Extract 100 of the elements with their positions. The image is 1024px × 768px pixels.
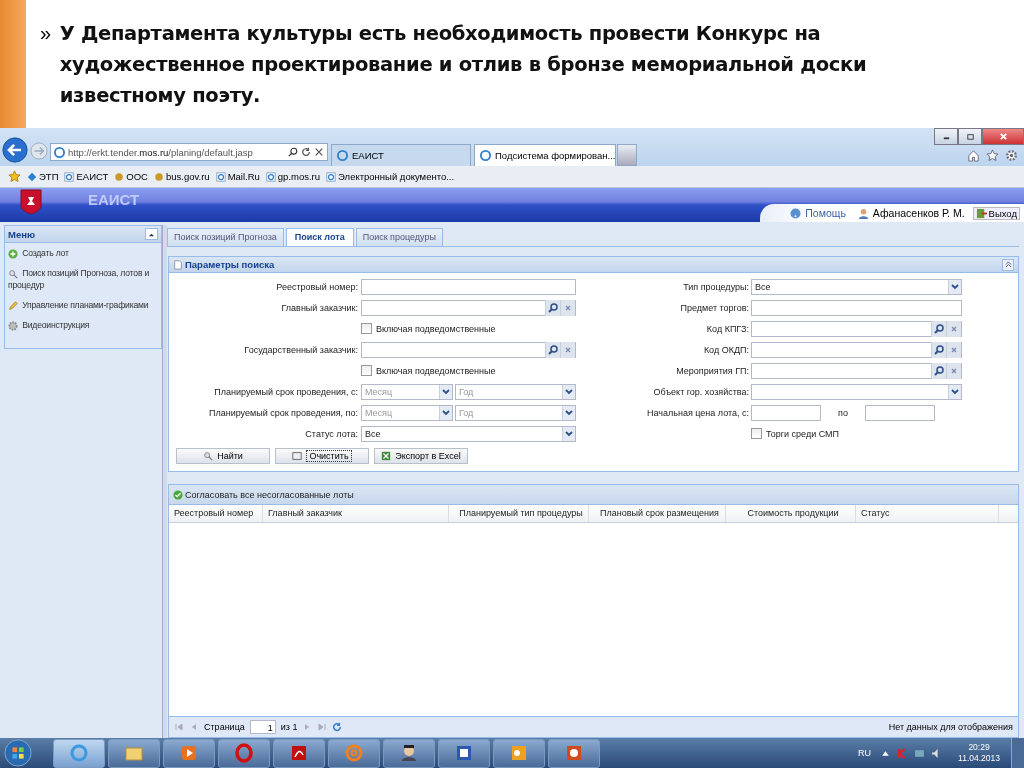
menu-item[interactable]: Поиск позиций Прогноза, лотов и процедур [5,263,161,295]
browser-tab[interactable]: Подсистема формирован... [474,144,616,166]
favorite-link[interactable]: Mail.Ru [215,171,260,182]
search-icon[interactable] [931,320,946,337]
pdf-reader-taskbar-icon[interactable] [273,738,325,768]
favorite-link[interactable]: bus.gov.ru [153,171,210,182]
word-taskbar-icon[interactable] [438,738,490,768]
collapse-button[interactable] [145,228,158,240]
last-page-icon[interactable] [317,722,328,732]
restore-button[interactable] [958,128,982,145]
search-icon[interactable] [288,147,298,157]
column-header[interactable]: Стоимость продукции [726,505,856,522]
field-label: Объект гор. хозяйства: [652,386,750,397]
page-icon [326,171,337,182]
checkbox[interactable] [751,428,762,439]
figure-taskbar-icon[interactable] [383,738,435,768]
search-tab[interactable]: Поиск позиций Прогноза [167,228,284,246]
start-button[interactable] [4,739,32,767]
page-field[interactable]: 1 [249,720,276,734]
menu-item[interactable]: Управление планами-графиками [5,295,161,315]
chevron-icon [948,384,961,399]
show-desktop-button[interactable] [1011,738,1024,768]
price-to-field[interactable] [865,404,935,421]
column-header[interactable]: Плановый срок размещения [589,505,726,522]
network-icon[interactable] [914,747,926,759]
help-link[interactable]: Помощь [805,207,846,219]
lookup-field[interactable] [751,320,962,337]
favorites-star-icon[interactable] [8,170,21,183]
chevron-icon [439,384,452,399]
refresh-icon[interactable] [332,722,343,732]
lookup-field[interactable] [751,341,962,358]
address-field[interactable]: http://erkt.tender.mos.ru/planing/default.jasp [50,143,328,161]
column-header[interactable]: Реестровый номер [169,505,263,522]
menu-item[interactable]: Видеоинструкция [5,315,161,335]
menu-title: Меню [8,228,36,240]
search-icon[interactable] [931,362,946,379]
favorite-link[interactable]: ЭТП [27,171,59,182]
exit-button[interactable]: Выход [972,206,1020,220]
column-header[interactable]: Статус [856,505,999,522]
export-button[interactable]: Экспорт в Excel [374,448,468,464]
search-tab[interactable]: Поиск процедуры [355,228,443,246]
favorite-link[interactable]: gp.mos.ru [265,171,321,182]
home-icon[interactable] [967,149,980,162]
text-field[interactable] [751,299,962,316]
clear-button[interactable]: Очистить [275,448,369,464]
field-label: Код ОКДП: [702,344,750,355]
forward-icon[interactable] [30,142,48,160]
dropdown[interactable]: Все [751,278,962,295]
search-icon[interactable] [545,299,560,316]
field-label: Мероприятия ГП: [675,365,750,376]
lookup-field[interactable] [751,362,962,379]
star-icon[interactable] [986,149,999,162]
column-header[interactable]: Главный заказчик [263,505,449,522]
field-label: Главный заказчик: [280,302,359,313]
folder-taskbar-icon[interactable] [108,738,160,768]
lookup-field[interactable] [361,299,576,316]
lookup-field[interactable] [361,341,576,358]
search-tab[interactable]: Поиск лота [285,228,354,246]
clear-icon[interactable] [560,341,575,358]
language-indicator[interactable]: RU [858,748,872,758]
checkbox[interactable] [361,365,372,376]
pager-status: Нет данных для отображения [888,722,1013,732]
search-icon[interactable] [545,341,560,358]
clear-icon[interactable] [560,299,575,316]
search-icon[interactable] [931,341,946,358]
favorite-link[interactable]: ЕАИСТ [64,171,109,182]
menu-item[interactable]: Создать лот [5,243,161,263]
favorite-link[interactable]: Электронный документо... [326,171,455,182]
favorite-link[interactable]: ООС [114,171,148,182]
new-tab-button[interactable] [617,144,637,166]
media-player-taskbar-icon[interactable] [163,738,215,768]
dropdown[interactable]: Все [361,425,576,442]
clear-icon[interactable] [946,362,961,379]
close-button[interactable] [982,128,1024,145]
refresh-icon[interactable] [301,147,311,157]
double-caret-icon [1004,261,1012,268]
powerpoint-taskbar-icon[interactable] [548,738,600,768]
back-icon[interactable] [2,137,28,163]
browser-tab[interactable]: ЕАИСТ [331,144,471,166]
clear-icon[interactable] [946,341,961,358]
text-field[interactable] [361,278,576,295]
collapse-button[interactable] [1002,258,1014,271]
outlook-taskbar-icon[interactable] [493,738,545,768]
find-button[interactable]: Найти [176,448,270,464]
approve-all-button[interactable]: Согласовать все несогласованные лоты [173,489,354,500]
clear-icon[interactable] [946,320,961,337]
close-icon[interactable] [314,147,324,157]
price-from-field[interactable] [751,404,821,421]
checkbox[interactable] [361,323,372,334]
first-page-icon[interactable] [174,722,184,732]
minimize-button[interactable] [934,128,958,145]
chevron-icon [562,405,575,420]
clock[interactable]: 20:29 11.04.2013 [958,742,1000,764]
opera-taskbar-icon[interactable] [218,738,270,768]
column-header[interactable]: Планируемый тип процедуры [449,505,589,522]
browser-taskbar-icon[interactable] [53,738,105,768]
globe-icon [337,150,348,161]
settings-icon[interactable] [1005,149,1018,162]
field-label: Планируемый срок проведения, с: [213,386,359,397]
field-label: Начальная цена лота, с: [646,407,750,418]
